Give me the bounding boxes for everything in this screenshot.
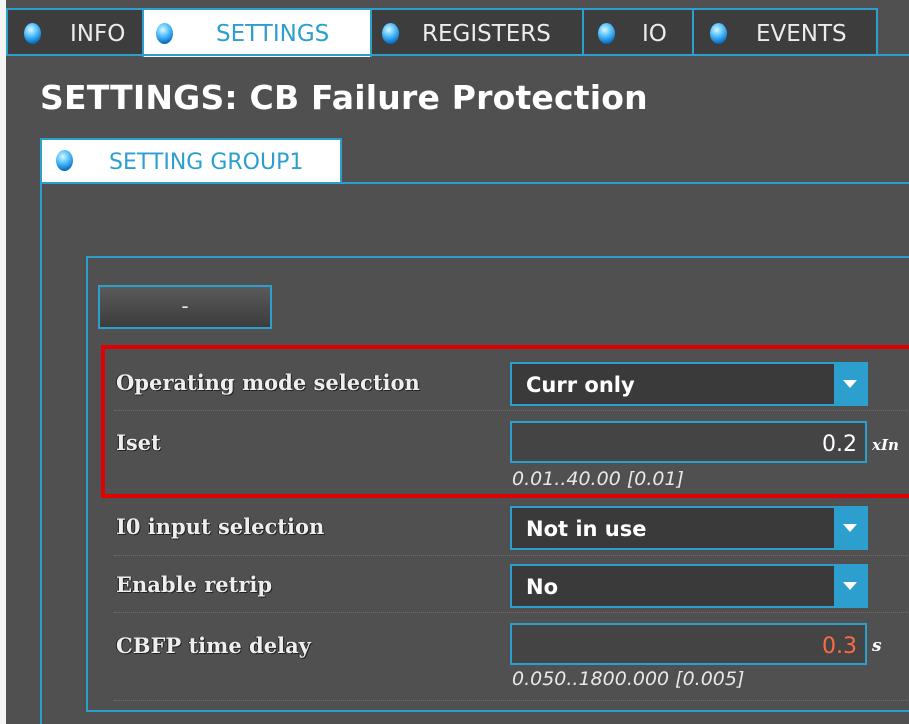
row-divider [114, 612, 909, 613]
row-divider [114, 555, 909, 556]
chevron-down-icon[interactable] [834, 566, 866, 606]
collapse-button[interactable]: - [98, 285, 272, 329]
status-orb-icon [382, 23, 399, 44]
status-orb-icon [156, 23, 173, 44]
tab-settings-label: SETTINGS [216, 21, 330, 47]
cbfp-delay-unit: s [872, 636, 882, 656]
io-input-label: I0 input selection [116, 514, 325, 539]
chevron-down-icon[interactable] [834, 508, 866, 548]
cbfp-delay-label: CBFP time delay [116, 633, 311, 658]
enable-retrip-select[interactable]: No [510, 564, 868, 608]
status-orb-icon [24, 23, 41, 44]
highlight-box [101, 345, 909, 498]
tab-strip-divider [6, 54, 909, 56]
tab-info[interactable]: INFO [6, 8, 144, 54]
enable-retrip-value: No [526, 575, 559, 599]
enable-retrip-label: Enable retrip [116, 572, 273, 597]
status-orb-icon [710, 23, 727, 44]
tab-settings[interactable]: SETTINGS [142, 8, 372, 57]
tab-registers[interactable]: REGISTERS [370, 8, 584, 54]
main-tab-strip: INFO SETTINGS REGISTERS IO EVENTS [6, 0, 909, 57]
tab-events-label: EVENTS [756, 21, 847, 47]
page-title: SETTINGS: CB Failure Protection [40, 78, 648, 117]
tab-registers-label: REGISTERS [422, 21, 551, 47]
io-input-select[interactable]: Not in use [510, 506, 868, 550]
status-orb-icon [598, 23, 615, 44]
cbfp-delay-input[interactable] [510, 623, 867, 665]
tab-io-label: IO [642, 21, 667, 47]
io-input-value: Not in use [526, 517, 647, 541]
status-orb-icon [56, 150, 73, 171]
row-divider [114, 700, 909, 701]
app-window: INFO SETTINGS REGISTERS IO EVENTS SETTIN… [6, 0, 909, 724]
tab-setting-group1-label: SETTING GROUP1 [109, 150, 304, 175]
tab-info-label: INFO [70, 21, 126, 47]
tab-io[interactable]: IO [582, 8, 694, 54]
tab-setting-group1[interactable]: SETTING GROUP1 [40, 138, 342, 184]
tab-events[interactable]: EVENTS [692, 8, 878, 54]
cbfp-delay-range: 0.050..1800.000 [0.005] [512, 668, 745, 690]
